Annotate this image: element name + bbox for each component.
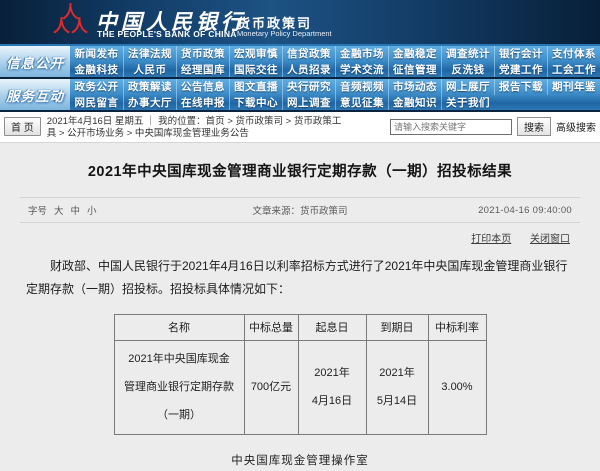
nav-item[interactable]: 学术交流: [335, 62, 388, 78]
cell-rate: 3.00%: [428, 340, 486, 434]
nav-item[interactable]: 人民币: [123, 62, 176, 78]
pbc-webpage: 人 人 人 中国人民银行 THE PEOPLE'S BANK OF CHINA …: [0, 0, 600, 471]
page-title: 2021年中央国库现金管理商业银行定期存款（一期）招投标结果: [30, 160, 570, 181]
nav-section-label[interactable]: 信息公开: [0, 46, 70, 77]
print-page-link[interactable]: 打印本页: [471, 234, 511, 245]
cell-name: 2021年中央国库现金 管理商业银行定期存款 （一期）: [114, 340, 244, 434]
nav-item[interactable]: 网上展厅: [441, 79, 494, 95]
search-button[interactable]: 搜索: [517, 117, 551, 136]
nav-rows: 新闻发布法律法规货币政策宏观审慎信贷政策金融市场金融稳定调查统计银行会计支付体系…: [70, 46, 600, 77]
article-meta: 字号 大 中 小 文章来源：货币政策司 2021-04-16 09:40:00: [20, 197, 580, 223]
nav-item[interactable]: 市场动态: [388, 79, 441, 95]
nav-item[interactable]: 政策解读: [123, 79, 176, 95]
nav-item[interactable]: 音频视频: [335, 79, 388, 95]
department-name-en: Monetary Policy Department: [237, 29, 332, 38]
nav-item[interactable]: 金融科技: [70, 62, 123, 78]
col-header-rate: 中标利率: [428, 314, 486, 340]
article-datetime: 2021-04-16 09:40:00: [412, 205, 572, 216]
article-source: 文章来源：货币政策司: [188, 203, 412, 217]
nav-item[interactable]: 金融市场: [335, 46, 388, 62]
nav-item[interactable]: 关于我们: [441, 95, 494, 111]
main-nav: 信息公开新闻发布法律法规货币政策宏观审慎信贷政策金融市场金融稳定调查统计银行会计…: [0, 46, 600, 112]
cell-start: 2021年 4月16日: [298, 340, 366, 434]
font-size-control: 字号 大 中 小: [28, 203, 188, 217]
search-input[interactable]: [390, 119, 512, 135]
nav-item[interactable]: 网上调查: [282, 95, 335, 111]
bank-name-en: THE PEOPLE'S BANK OF CHINA: [97, 29, 237, 39]
nav-item[interactable]: 意见征集: [335, 95, 388, 111]
nav-item[interactable]: 工会工作: [547, 62, 600, 78]
nav-item[interactable]: 公告信息: [176, 79, 229, 95]
nav-section-label[interactable]: 服务互动: [0, 79, 70, 110]
col-header-end: 到期日: [366, 314, 428, 340]
col-header-start: 起息日: [298, 314, 366, 340]
nav-row: 新闻发布法律法规货币政策宏观审慎信贷政策金融市场金融稳定调查统计银行会计支付体系: [70, 46, 600, 62]
font-size-large[interactable]: 大: [54, 203, 64, 217]
nav-item[interactable]: 党建工作: [494, 62, 547, 78]
nav-item[interactable]: 人员招录: [282, 62, 335, 78]
nav-item[interactable]: 办事大厅: [123, 95, 176, 111]
font-size-medium[interactable]: 中: [71, 203, 81, 217]
nav-item[interactable]: 信贷政策: [282, 46, 335, 62]
nav-section: 信息公开新闻发布法律法规货币政策宏观审慎信贷政策金融市场金融稳定调查统计银行会计…: [0, 46, 600, 79]
nav-item[interactable]: 在线申报: [176, 95, 229, 111]
nav-item[interactable]: 法律法规: [123, 46, 176, 62]
font-size-small[interactable]: 小: [87, 203, 97, 217]
emblem-glyph: 人: [53, 18, 70, 35]
nav-item[interactable]: 期刊年鉴: [547, 79, 600, 95]
nav-item[interactable]: 金融知识: [388, 95, 441, 111]
table-header-row: 名称 中标总量 起息日 到期日 中标利率: [114, 314, 486, 340]
nav-item[interactable]: 政务公开: [70, 79, 123, 95]
nav-item[interactable]: 银行会计: [494, 46, 547, 62]
col-header-name: 名称: [114, 314, 244, 340]
nav-item[interactable]: 国际交往: [229, 62, 282, 78]
auction-result-table: 名称 中标总量 起息日 到期日 中标利率 2021年中央国库现金 管理商业银行定…: [114, 314, 487, 435]
nav-item[interactable]: 图文直播: [229, 79, 282, 95]
nav-item[interactable]: 经理国库: [176, 62, 229, 78]
nav-item[interactable]: 反洗钱: [441, 62, 494, 78]
article-body: 财政部、中国人民银行于2021年4月16日以利率招标方式进行了2021年中央国库…: [26, 255, 574, 301]
nav-item[interactable]: 调查统计: [441, 46, 494, 62]
nav-row: 政务公开政策解读公告信息图文直播央行研究音频视频市场动态网上展厅报告下载期刊年鉴: [70, 79, 600, 95]
nav-item[interactable]: 下载中心: [229, 95, 282, 111]
site-header: 人 人 人 中国人民银行 THE PEOPLE'S BANK OF CHINA …: [0, 0, 600, 46]
nav-item[interactable]: 金融稳定: [388, 46, 441, 62]
font-size-label: 字号: [28, 203, 47, 217]
nav-row: 网民留言办事大厅在线申报下载中心网上调查意见征集金融知识关于我们: [70, 95, 600, 111]
home-button[interactable]: 首 页: [4, 117, 41, 136]
nav-item[interactable]: 央行研究: [282, 79, 335, 95]
nav-item[interactable]: 宏观审慎: [229, 46, 282, 62]
cell-end: 2021年 5月14日: [366, 340, 428, 434]
nav-section: 服务互动政务公开政策解读公告信息图文直播央行研究音频视频市场动态网上展厅报告下载…: [0, 79, 600, 112]
nav-item[interactable]: 新闻发布: [70, 46, 123, 62]
signature-org: 中央国库现金管理操作室: [0, 452, 600, 468]
nav-item[interactable]: 支付体系: [547, 46, 600, 62]
col-header-amount: 中标总量: [244, 314, 298, 340]
cell-amount: 700亿元: [244, 340, 298, 434]
pbc-emblem-icon: 人 人 人: [52, 4, 90, 42]
table-row: 2021年中央国库现金 管理商业银行定期存款 （一期） 700亿元 2021年 …: [114, 340, 486, 434]
nav-item[interactable]: 报告下载: [494, 79, 547, 95]
close-window-link[interactable]: 关闭窗口: [530, 234, 570, 245]
breadcrumb-bar: 首 页 2021年4月16日 星期五 ｜ 我的位置：首页 > 货币政策司 > 货…: [0, 112, 600, 143]
advanced-search-link[interactable]: 高级搜索: [556, 119, 596, 134]
nav-item[interactable]: 货币政策: [176, 46, 229, 62]
emblem-glyph: 人: [71, 18, 88, 35]
nav-item[interactable]: 征信管理: [388, 62, 441, 78]
article-tools: 打印本页 关闭窗口: [0, 223, 600, 245]
search-box: 搜索 高级搜索: [390, 115, 596, 136]
nav-rows: 政务公开政策解读公告信息图文直播央行研究音频视频市场动态网上展厅报告下载期刊年鉴…: [70, 79, 600, 110]
breadcrumb: 2021年4月16日 星期五 ｜ 我的位置：首页 > 货币政策司 > 货币政策工…: [47, 115, 347, 140]
nav-item[interactable]: 网民留言: [70, 95, 123, 111]
nav-row: 金融科技人民币经理国库国际交往人员招录学术交流征信管理反洗钱党建工作工会工作: [70, 62, 600, 78]
article-content: 2021年中央国库现金管理商业银行定期存款（一期）招投标结果 字号 大 中 小 …: [0, 143, 600, 471]
